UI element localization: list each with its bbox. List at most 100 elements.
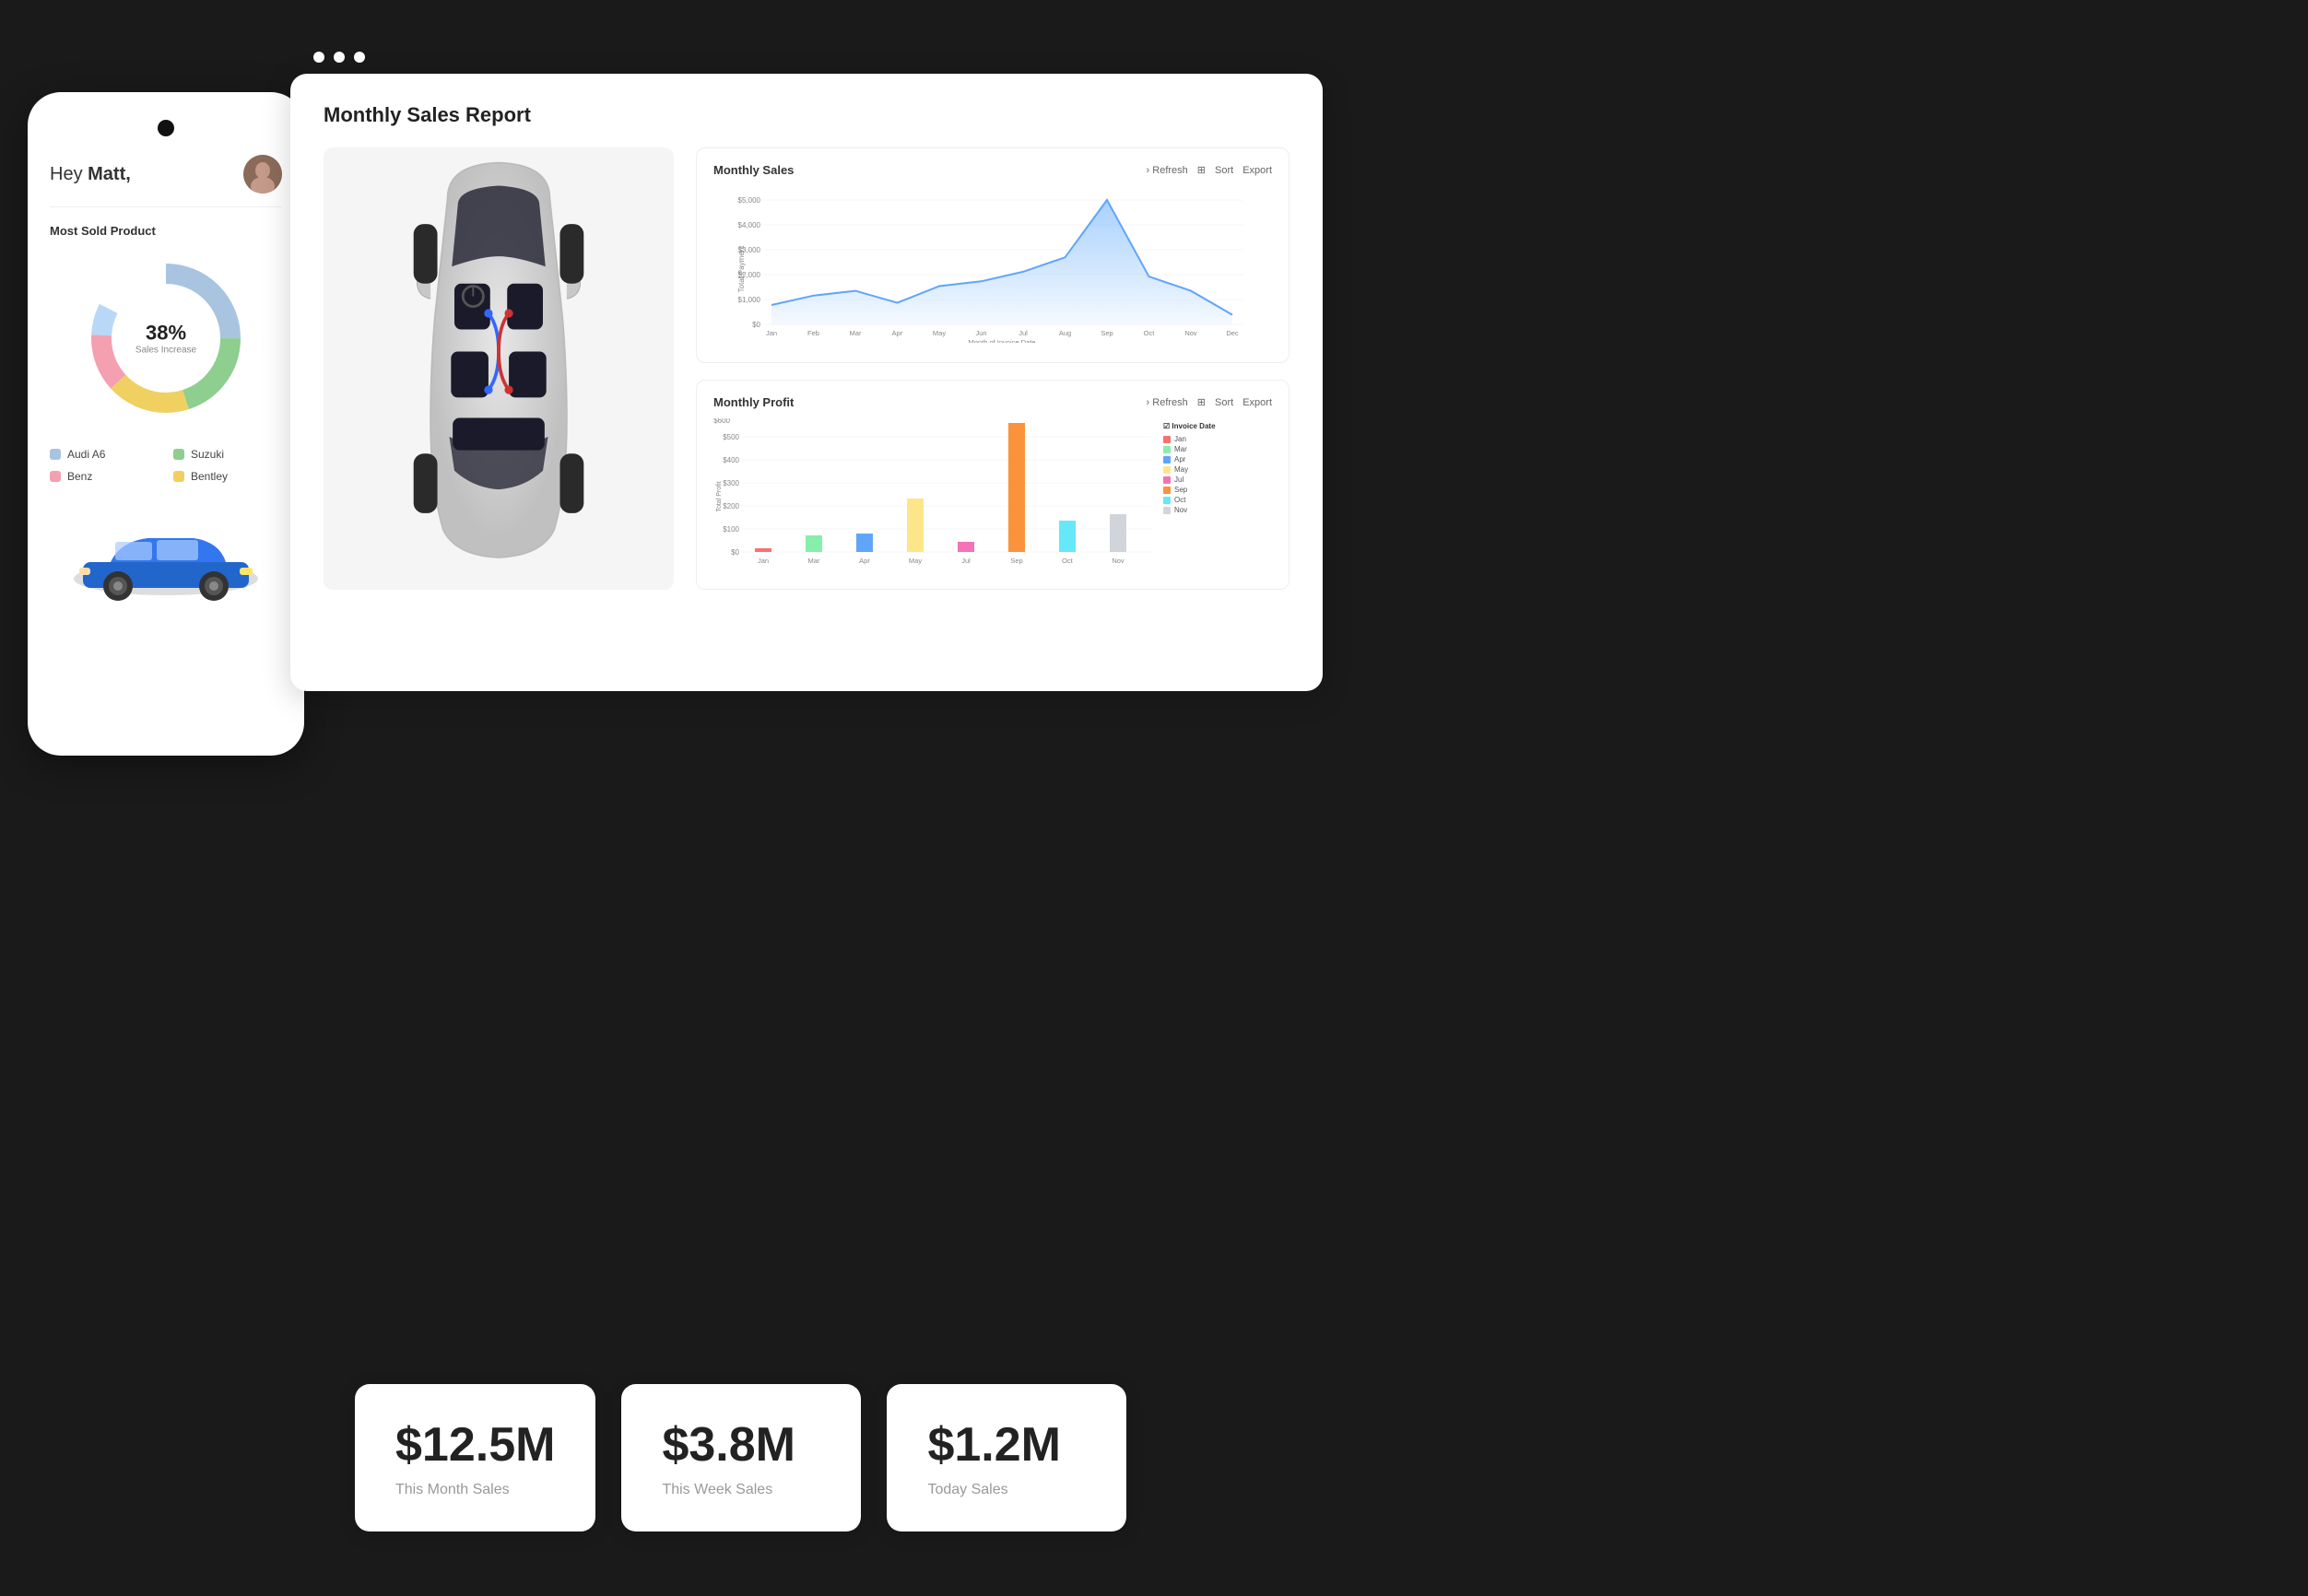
phone-header: Hey Matt, xyxy=(50,155,282,207)
svg-text:$300: $300 xyxy=(723,479,739,487)
bar-mar xyxy=(806,535,822,552)
dashboard-content: Monthly Sales › Refresh ⊞ Sort Export $5… xyxy=(324,147,1289,590)
legend-apr: Apr xyxy=(1163,455,1237,464)
svg-text:Jul: Jul xyxy=(961,557,971,565)
svg-text:Jun: Jun xyxy=(975,329,986,337)
profit-legend: ☑ Invoice Date Jan Mar Apr May Jul Sep O… xyxy=(1163,418,1237,566)
bar-oct xyxy=(1059,521,1076,552)
legend-jul: Jul xyxy=(1163,475,1237,484)
kpi-label-week: This Week Sales xyxy=(662,1482,820,1498)
bar-may xyxy=(907,499,924,552)
svg-text:Sep: Sep xyxy=(1010,557,1022,565)
chart-header-profit: Monthly Profit › Refresh ⊞ Sort Export xyxy=(713,395,1272,409)
phone-greeting: Hey Matt, xyxy=(50,164,131,185)
kpi-label-today: Today Sales xyxy=(927,1482,1086,1498)
kpi-value-week: $3.8M xyxy=(662,1417,820,1473)
donut-chart: 38% Sales Increase xyxy=(50,251,282,426)
legend-may: May xyxy=(1163,465,1237,474)
svg-text:$5,000: $5,000 xyxy=(738,196,761,205)
bar-jan xyxy=(755,548,771,552)
svg-text:Jan: Jan xyxy=(766,329,777,337)
car-legend: Audi A6 Suzuki Benz Bentley xyxy=(50,448,282,483)
svg-text:Jan: Jan xyxy=(758,557,769,565)
legend-label-bentley: Bentley xyxy=(191,470,228,483)
legend-audi: Audi A6 xyxy=(50,448,159,461)
donut-percentage: 38% xyxy=(135,322,196,346)
refresh-btn-profit[interactable]: › Refresh xyxy=(1147,397,1188,408)
svg-text:Aug: Aug xyxy=(1059,329,1071,337)
most-sold-title: Most Sold Product xyxy=(50,224,282,238)
legend-color-sep xyxy=(1163,487,1171,494)
username-text: Matt, xyxy=(88,164,131,184)
profit-bar-chart: $0 $100 $200 $300 $400 $500 $600 Total P… xyxy=(713,418,1156,566)
chart-actions-profit: › Refresh ⊞ Sort Export xyxy=(1147,396,1272,408)
legend-suzuki: Suzuki xyxy=(173,448,282,461)
svg-text:$4,000: $4,000 xyxy=(738,221,761,229)
svg-text:$0: $0 xyxy=(752,321,760,329)
chart-actions-sales: › Refresh ⊞ Sort Export xyxy=(1147,164,1272,176)
sort-btn-profit[interactable]: Sort xyxy=(1215,397,1233,408)
svg-text:Jul: Jul xyxy=(1019,329,1028,337)
svg-text:Dec: Dec xyxy=(1226,329,1239,337)
legend-label-audi: Audi A6 xyxy=(67,448,105,461)
svg-text:Total Payment: Total Payment xyxy=(737,245,746,292)
refresh-btn-sales[interactable]: › Refresh xyxy=(1147,165,1188,176)
legend-jan: Jan xyxy=(1163,435,1237,443)
svg-text:$1,000: $1,000 xyxy=(738,296,761,304)
svg-text:Oct: Oct xyxy=(1062,557,1074,565)
legend-dot-bentley xyxy=(173,471,184,482)
svg-text:$100: $100 xyxy=(723,525,739,534)
chart-title-profit: Monthly Profit xyxy=(713,395,794,409)
monthly-sales-chart-card: Monthly Sales › Refresh ⊞ Sort Export $5… xyxy=(696,147,1289,363)
profit-chart-container: $0 $100 $200 $300 $400 $500 $600 Total P… xyxy=(713,418,1272,566)
export-btn-profit[interactable]: Export xyxy=(1242,397,1272,408)
legend-color-jul xyxy=(1163,476,1171,484)
legend-color-nov xyxy=(1163,507,1171,514)
kpi-card-week: $3.8M This Week Sales xyxy=(621,1384,861,1531)
sales-area-chart: $5,000 $4,000 $3,000 $2,000 $1,000 $0 To… xyxy=(713,186,1272,343)
sort-btn-sales[interactable]: Sort xyxy=(1215,165,1233,176)
legend-dot-audi xyxy=(50,449,61,460)
legend-color-may xyxy=(1163,466,1171,474)
grid-icon-sales: ⊞ xyxy=(1197,164,1206,176)
svg-text:Sep: Sep xyxy=(1101,329,1113,337)
svg-text:Feb: Feb xyxy=(807,329,819,337)
legend-dot-benz xyxy=(50,471,61,482)
bar-jul xyxy=(958,542,974,552)
mobile-phone: Hey Matt, Most Sold Product xyxy=(28,92,304,756)
svg-text:$200: $200 xyxy=(723,502,739,510)
kpi-card-today: $1.2M Today Sales xyxy=(887,1384,1126,1531)
legend-benz: Benz xyxy=(50,470,159,483)
legend-color-mar xyxy=(1163,446,1171,453)
legend-label-suzuki: Suzuki xyxy=(191,448,224,461)
dot-3 xyxy=(354,52,365,63)
bar-nov xyxy=(1110,514,1126,552)
legend-color-oct xyxy=(1163,497,1171,504)
legend-dot-suzuki xyxy=(173,449,184,460)
dashboard-panel: Monthly Sales Report xyxy=(290,74,1323,691)
svg-text:May: May xyxy=(933,329,946,337)
export-btn-sales[interactable]: Export xyxy=(1242,165,1272,176)
svg-text:Nov: Nov xyxy=(1184,329,1197,337)
svg-text:Apr: Apr xyxy=(859,557,870,565)
svg-text:Total Profit: Total Profit xyxy=(716,481,723,511)
svg-text:Apr: Apr xyxy=(892,329,903,337)
legend-color-apr xyxy=(1163,456,1171,464)
svg-text:$0: $0 xyxy=(731,548,739,557)
dashboard-title: Monthly Sales Report xyxy=(324,103,1289,127)
chart-header-sales: Monthly Sales › Refresh ⊞ Sort Export xyxy=(713,163,1272,177)
legend-bentley: Bentley xyxy=(173,470,282,483)
bar-sep xyxy=(1008,423,1025,552)
dot-1 xyxy=(313,52,324,63)
donut-center: 38% Sales Increase xyxy=(135,322,196,356)
legend-label-benz: Benz xyxy=(67,470,92,483)
blue-car-svg xyxy=(65,514,267,606)
svg-text:Mar: Mar xyxy=(850,329,862,337)
svg-text:Month of Invoice Date: Month of Invoice Date xyxy=(969,338,1036,343)
svg-text:Mar: Mar xyxy=(808,557,820,565)
kpi-card-month: $12.5M This Month Sales xyxy=(355,1384,595,1531)
kpi-row: $12.5M This Month Sales $3.8M This Week … xyxy=(355,1384,1126,1531)
kpi-label-month: This Month Sales xyxy=(395,1482,555,1498)
legend-mar: Mar xyxy=(1163,445,1237,453)
bar-apr xyxy=(856,534,873,552)
